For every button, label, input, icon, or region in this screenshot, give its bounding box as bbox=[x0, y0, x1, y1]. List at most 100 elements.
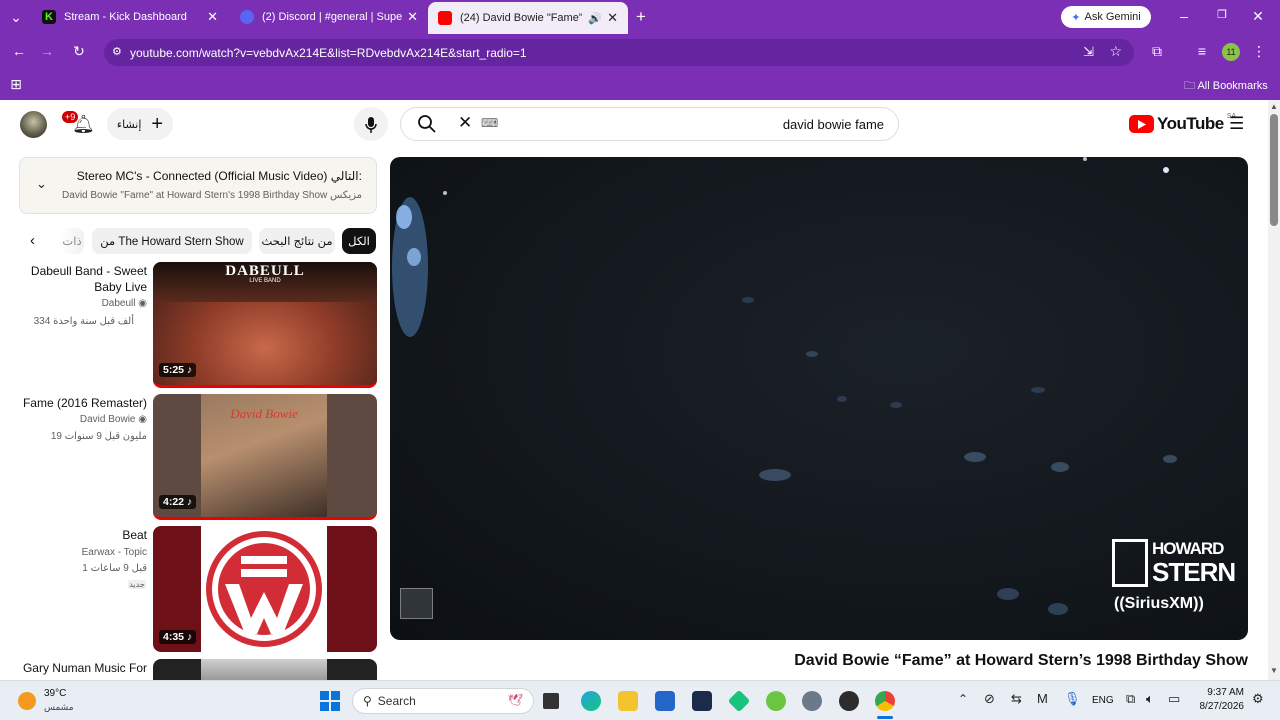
related-title[interactable]: Beat bbox=[20, 527, 147, 543]
new-badge: جديد bbox=[128, 580, 146, 589]
related-thumbnail[interactable]: David Bowie 4:22 ♪ bbox=[153, 394, 377, 520]
edge-icon[interactable] bbox=[581, 691, 601, 711]
chrome-menu-icon[interactable]: ⋮ bbox=[1252, 43, 1266, 60]
forward-icon[interactable]: → bbox=[38, 43, 56, 59]
restore-icon[interactable]: ❐ bbox=[1214, 8, 1230, 21]
search-input[interactable]: david bowie fame bbox=[783, 117, 884, 132]
related-channel[interactable]: Earwax - Topic bbox=[20, 547, 147, 558]
tab-kick[interactable]: K Stream - Kick Dashboard ✕ bbox=[32, 4, 228, 30]
tray-icon-2[interactable]: ⇆ bbox=[1011, 691, 1022, 707]
file-explorer-icon[interactable] bbox=[618, 691, 638, 711]
next-up-title: Stereo MC's - Connected (Official Music … bbox=[76, 169, 328, 183]
tray-mic-icon[interactable]: 🎙︎ bbox=[1064, 691, 1081, 707]
install-app-icon[interactable]: ⇲ bbox=[1083, 44, 1094, 60]
scroll-down-icon[interactable]: ▼ bbox=[1270, 666, 1278, 675]
clear-search-icon[interactable]: ✕ bbox=[458, 113, 472, 133]
start-windows-icon[interactable] bbox=[320, 691, 340, 711]
site-info-icon[interactable]: ⚙ bbox=[112, 45, 122, 58]
tab-youtube[interactable]: (24) David Bowie "Fame" at 🔊 ✕ bbox=[428, 2, 628, 34]
bookmark-star-icon[interactable]: ☆ bbox=[1109, 43, 1122, 60]
reading-list-icon[interactable]: ≡ bbox=[1193, 43, 1211, 59]
close-window-icon[interactable]: ✕ bbox=[1250, 8, 1266, 25]
tray-icon-1[interactable]: ⊘ bbox=[984, 691, 995, 707]
next-up-line: Stereo MC's - Connected (Official Music … bbox=[77, 169, 362, 183]
clock-date[interactable]: 8/27/2026 bbox=[1190, 701, 1245, 712]
duration-badge: 4:22 ♪ bbox=[159, 495, 197, 509]
related-channel[interactable]: Dabeull ◉ bbox=[20, 298, 147, 309]
extensions-icon[interactable]: ⧉ bbox=[1148, 43, 1166, 60]
network-icon[interactable]: ⧉ bbox=[1126, 691, 1135, 707]
tab-close-icon[interactable]: ✕ bbox=[207, 9, 218, 25]
tab-strip: ⌄ K Stream - Kick Dashboard ✕ (2) Discor… bbox=[0, 0, 1280, 34]
clock-time[interactable]: 9:37 AM bbox=[1190, 687, 1244, 698]
chevron-down-icon[interactable]: ⌄ bbox=[36, 176, 47, 192]
page-scrollbar[interactable]: ▲ ▼ bbox=[1268, 100, 1280, 680]
ask-gemini-button[interactable]: ✦ Ask Gemini bbox=[1061, 6, 1151, 28]
tab-search-icon[interactable]: ⌄ bbox=[8, 9, 24, 26]
weather-temp[interactable]: 39°C bbox=[44, 688, 66, 699]
avatar[interactable] bbox=[20, 111, 47, 138]
chip-howard-stern-show[interactable]: من The Howard Stern Show bbox=[92, 228, 252, 254]
scroll-thumb[interactable] bbox=[1270, 114, 1278, 226]
tab-close-icon[interactable]: ✕ bbox=[407, 9, 418, 25]
youtube-favicon-icon bbox=[438, 11, 452, 25]
keyboard-icon[interactable]: ⌨ bbox=[481, 116, 498, 130]
create-button[interactable]: إنشاء + bbox=[107, 108, 173, 140]
tray-overflow-icon[interactable]: ⌃ bbox=[958, 692, 968, 706]
video-player[interactable]: HOWARD STERN ((SiriusXM)) bbox=[390, 157, 1248, 640]
language-indicator[interactable]: ENG bbox=[1092, 695, 1114, 706]
address-bar[interactable]: ⚙ youtube.com/watch?v=vebdvAx214E&list=R… bbox=[104, 39, 1134, 66]
related-title[interactable]: Gary Numan Music For bbox=[20, 660, 147, 680]
related-thumbnail[interactable] bbox=[153, 659, 377, 680]
audio-playing-icon[interactable]: 🔊 bbox=[588, 12, 602, 25]
apps-grid-icon[interactable]: ⊞ bbox=[8, 76, 24, 93]
related-channel[interactable]: David Bowie ◉ bbox=[20, 414, 147, 425]
related-thumbnail[interactable]: DABEULL LIVE BAND 5:25 ♪ bbox=[153, 262, 377, 388]
weather-sun-icon[interactable] bbox=[18, 692, 36, 710]
thumb-album-cover: David Bowie bbox=[201, 394, 327, 517]
scroll-up-icon[interactable]: ▲ bbox=[1270, 102, 1278, 111]
video-title: David Bowie “Fame” at Howard Stern’s 199… bbox=[794, 652, 1248, 669]
related-thumbnail[interactable]: 4:35 ♪ bbox=[153, 526, 377, 652]
active-app-indicator bbox=[877, 716, 893, 719]
chip-from-search-results[interactable]: من نتائج البحث bbox=[259, 228, 335, 254]
settings-gear-icon[interactable] bbox=[802, 691, 822, 711]
store-icon[interactable] bbox=[655, 691, 675, 711]
mix-line: David Bowie "Fame" at Howard Stern's 199… bbox=[62, 190, 362, 201]
volume-icon[interactable]: 🔈︎ bbox=[1146, 691, 1154, 707]
channel-watermark-icon[interactable] bbox=[400, 588, 433, 619]
voice-search-button[interactable] bbox=[354, 107, 388, 141]
tray-icon-3[interactable]: M bbox=[1037, 691, 1048, 706]
search-icon[interactable] bbox=[417, 114, 437, 139]
capcut-icon[interactable] bbox=[692, 691, 712, 711]
app-green-diamond-icon[interactable] bbox=[727, 689, 751, 713]
all-bookmarks-button[interactable]: 🗀 All Bookmarks bbox=[1184, 77, 1268, 96]
taskbar-search-box[interactable]: ⚲ Search 🕊︎ bbox=[352, 688, 534, 714]
related-title[interactable]: Dabeull Band - Sweet Baby Live bbox=[20, 263, 147, 295]
playlist-next-up[interactable]: ⌄ Stereo MC's - Connected (Official Musi… bbox=[19, 157, 377, 214]
obs-icon[interactable] bbox=[839, 691, 859, 711]
folder-icon: 🗀 bbox=[1184, 80, 1195, 92]
chips-prev-icon[interactable]: ‹ bbox=[30, 232, 35, 249]
related-title[interactable]: Fame (2016 Remaster) bbox=[20, 395, 147, 411]
tab-discord[interactable]: (2) Discord | #general | Super Fr ✕ bbox=[230, 4, 428, 30]
hamburger-menu-icon[interactable]: ☰ bbox=[1229, 114, 1244, 134]
create-label: إنشاء bbox=[116, 118, 142, 131]
bookmarks-bar: ⊞ 🗀 All Bookmarks bbox=[0, 70, 1280, 100]
tab-close-icon[interactable]: ✕ bbox=[607, 10, 618, 26]
howard-stern-watermark: HOWARD STERN ((SiriusXM)) bbox=[1112, 537, 1236, 619]
back-icon[interactable]: ← bbox=[10, 43, 28, 59]
reload-icon[interactable]: ↻ bbox=[70, 43, 88, 60]
search-box[interactable]: ✕ ⌨ david bowie fame bbox=[400, 107, 899, 141]
new-tab-icon[interactable]: + bbox=[632, 7, 650, 27]
task-view-icon[interactable] bbox=[543, 693, 559, 709]
profile-avatar[interactable]: 11 bbox=[1222, 43, 1240, 61]
chip-fourth[interactable]: ذات bbox=[60, 228, 84, 254]
minimize-icon[interactable]: – bbox=[1176, 8, 1192, 24]
youtube-logo[interactable]: YouTube SA bbox=[1129, 113, 1236, 134]
chip-all[interactable]: الكل bbox=[342, 228, 376, 254]
chrome-icon[interactable] bbox=[875, 691, 895, 711]
battery-icon[interactable]: ▭ bbox=[1168, 691, 1180, 707]
notification-center-icon[interactable]: ⚙ bbox=[1252, 691, 1264, 707]
utorrent-icon[interactable] bbox=[766, 691, 786, 711]
